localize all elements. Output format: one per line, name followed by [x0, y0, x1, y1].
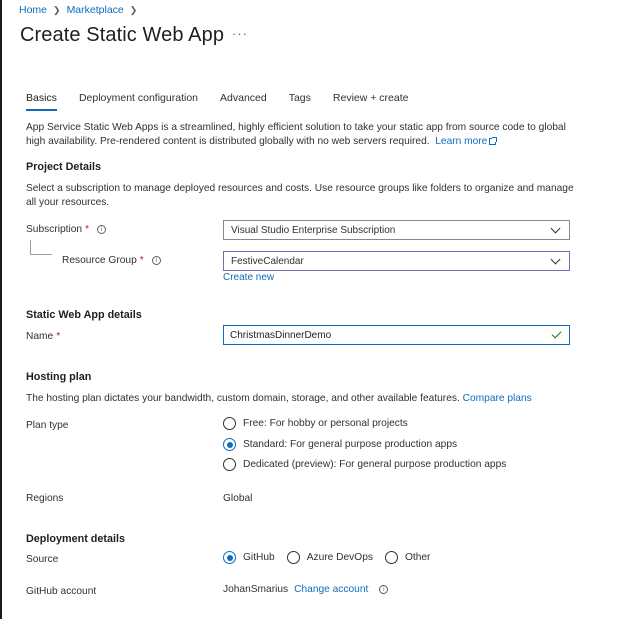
deployment-details-heading: Deployment details: [26, 533, 125, 545]
resource-group-label: Resource Group * i: [62, 255, 161, 266]
radio-button[interactable]: [223, 458, 236, 471]
project-details-description: Select a subscription to manage deployed…: [26, 183, 574, 208]
learn-more-link[interactable]: Learn more: [432, 136, 498, 147]
name-label: Name *: [26, 331, 60, 342]
tab-deployment-configuration[interactable]: Deployment configuration: [79, 92, 198, 111]
source-option-label: GitHub: [243, 552, 275, 563]
plan-type-label: Plan type: [26, 420, 69, 431]
info-icon[interactable]: i: [379, 585, 389, 594]
hosting-plan-heading: Hosting plan: [26, 371, 92, 383]
info-icon[interactable]: i: [151, 256, 161, 265]
static-web-app-details-heading: Static Web App details: [26, 309, 142, 321]
learn-more-label: Learn more: [435, 136, 488, 147]
github-account-label: GitHub account: [26, 586, 97, 597]
project-details-heading: Project Details: [26, 161, 102, 173]
required-marker: *: [56, 331, 61, 342]
breadcrumb: Home ❯ Marketplace ❯: [19, 4, 137, 16]
tab-review-create[interactable]: Review + create: [333, 92, 409, 111]
tab-bar: Basics Deployment configuration Advanced…: [26, 92, 430, 111]
change-account-link[interactable]: Change account: [294, 584, 368, 595]
resource-group-dropdown[interactable]: FestiveCalendar: [223, 251, 570, 271]
source-label: Source: [26, 554, 59, 565]
chevron-right-icon: ❯: [129, 4, 138, 15]
source-option-azure-devops[interactable]: Azure DevOps: [286, 551, 373, 564]
intro-text: App Service Static Web Apps is a streaml…: [26, 121, 578, 149]
hosting-plan-description: The hosting plan dictates your bandwidth…: [26, 392, 578, 406]
subscription-label-text: Subscription: [26, 224, 83, 235]
breadcrumb-marketplace-link[interactable]: Marketplace: [67, 4, 124, 16]
plan-option-standard[interactable]: Standard: For general purpose production…: [223, 438, 457, 451]
radio-button[interactable]: [223, 417, 236, 430]
chevron-right-icon: ❯: [53, 4, 61, 15]
regions-value: Global: [223, 493, 253, 504]
plan-option-free[interactable]: Free: For hobby or personal projects: [223, 417, 408, 430]
source-option-other[interactable]: Other: [384, 551, 431, 564]
source-option-github[interactable]: GitHub: [223, 551, 275, 564]
plan-option-dedicated[interactable]: Dedicated (preview): For general purpose…: [223, 458, 506, 471]
info-icon[interactable]: i: [97, 225, 107, 234]
subscription-label: Subscription * i: [26, 224, 107, 235]
plan-option-label: Standard: For general purpose production…: [243, 439, 458, 450]
checkmark-icon: [551, 328, 562, 339]
subscription-value: Visual Studio Enterprise Subscription: [231, 224, 396, 236]
name-label-text: Name: [26, 331, 54, 342]
name-input-value: ChristmasDinnerDemo: [230, 329, 332, 341]
tab-basics[interactable]: Basics: [26, 92, 57, 111]
github-account-value: JohanSmarius: [223, 584, 289, 595]
required-marker: *: [139, 255, 144, 266]
hosting-plan-description-text: The hosting plan dictates your bandwidth…: [26, 393, 460, 404]
create-new-resource-group-link[interactable]: Create new: [223, 272, 274, 283]
radio-button[interactable]: [286, 551, 300, 564]
plan-option-label: Dedicated (preview): For general purpose…: [243, 459, 507, 470]
plan-option-label: Free: For hobby or personal projects: [243, 418, 408, 429]
external-link-icon: [489, 137, 498, 145]
chevron-down-icon: [550, 223, 561, 233]
radio-button-selected[interactable]: [223, 438, 236, 451]
resource-group-value: FestiveCalendar: [231, 255, 304, 267]
radio-button[interactable]: [384, 551, 398, 564]
compare-plans-link[interactable]: Compare plans: [463, 393, 532, 404]
portal-blade: Home ❯ Marketplace ❯ Create Static Web A…: [0, 0, 639, 619]
name-input[interactable]: ChristmasDinnerDemo: [223, 325, 570, 345]
source-option-label: Azure DevOps: [306, 552, 373, 563]
regions-label: Regions: [26, 493, 64, 504]
tree-connector: [30, 240, 31, 254]
page-title: Create Static Web App: [20, 24, 225, 46]
source-radio-group: GitHub Azure DevOps Other: [223, 551, 430, 564]
more-options-icon[interactable]: ···: [232, 26, 248, 41]
chevron-down-icon: [550, 254, 561, 264]
tab-tags[interactable]: Tags: [289, 92, 311, 111]
subscription-dropdown[interactable]: Visual Studio Enterprise Subscription: [223, 220, 570, 240]
resource-group-label-text: Resource Group: [62, 255, 137, 266]
radio-button-selected[interactable]: [223, 551, 236, 564]
source-option-label: Other: [404, 552, 431, 563]
breadcrumb-home-link[interactable]: Home: [19, 4, 47, 16]
required-marker: *: [85, 224, 90, 235]
tab-advanced[interactable]: Advanced: [220, 92, 267, 111]
github-account-row: JohanSmarius Change account i: [223, 584, 389, 595]
tree-connector: [30, 254, 52, 255]
